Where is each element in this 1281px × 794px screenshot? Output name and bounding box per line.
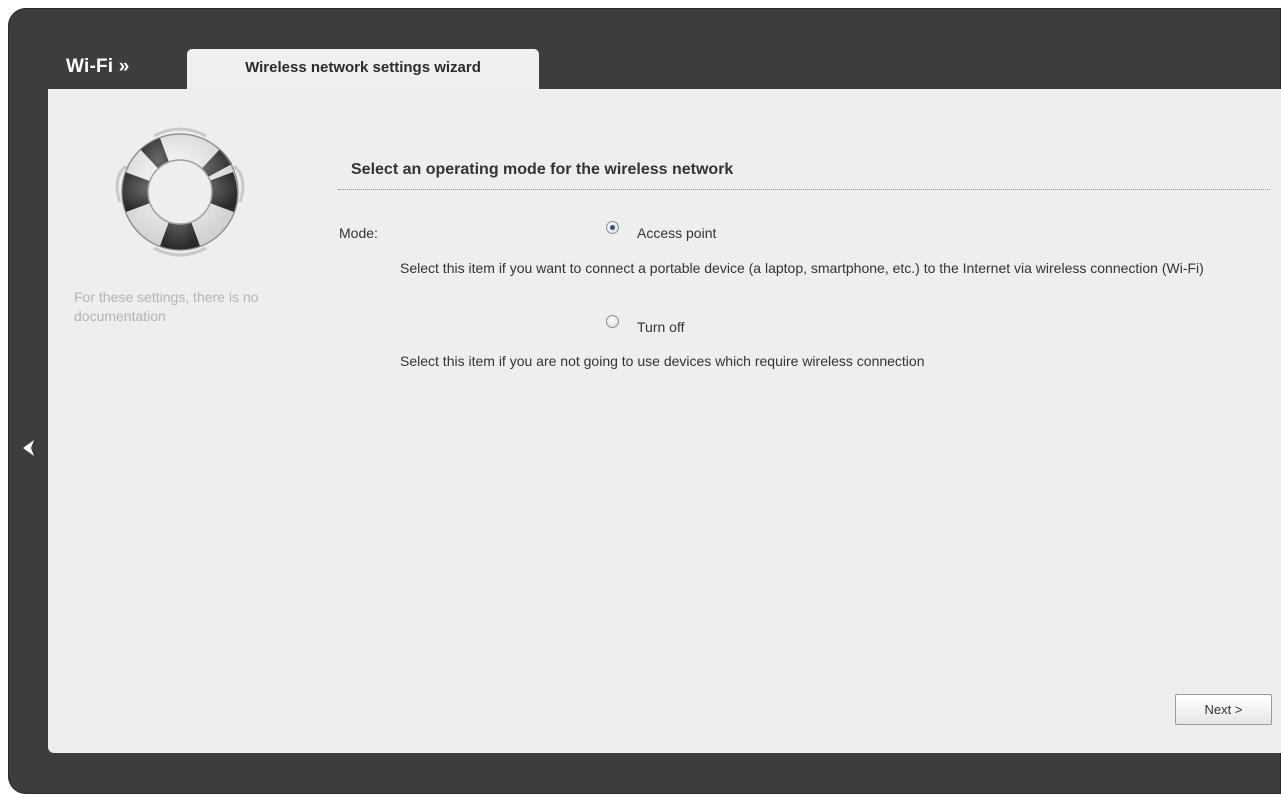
turn-off-radio[interactable]: [606, 315, 619, 328]
page-heading: Select an operating mode for the wireles…: [351, 161, 734, 178]
tab-wireless-wizard[interactable]: Wireless network settings wizard: [187, 49, 539, 90]
access-point-description: Select this item if you want to connect …: [400, 260, 1204, 276]
lifebuoy-icon: [115, 127, 245, 257]
help-text: For these settings, there is no document…: [74, 289, 259, 324]
next-button[interactable]: Next >: [1175, 694, 1272, 725]
turn-off-description: Select this item if you are not going to…: [400, 353, 925, 369]
section-title: Wi-Fi »: [66, 56, 130, 77]
chevron-left-icon[interactable]: [18, 437, 38, 459]
access-point-label[interactable]: Access point: [637, 225, 716, 241]
divider: [338, 189, 1270, 190]
turn-off-label[interactable]: Turn off: [637, 319, 684, 335]
mode-label: Mode:: [339, 225, 378, 241]
access-point-radio[interactable]: [606, 221, 619, 234]
